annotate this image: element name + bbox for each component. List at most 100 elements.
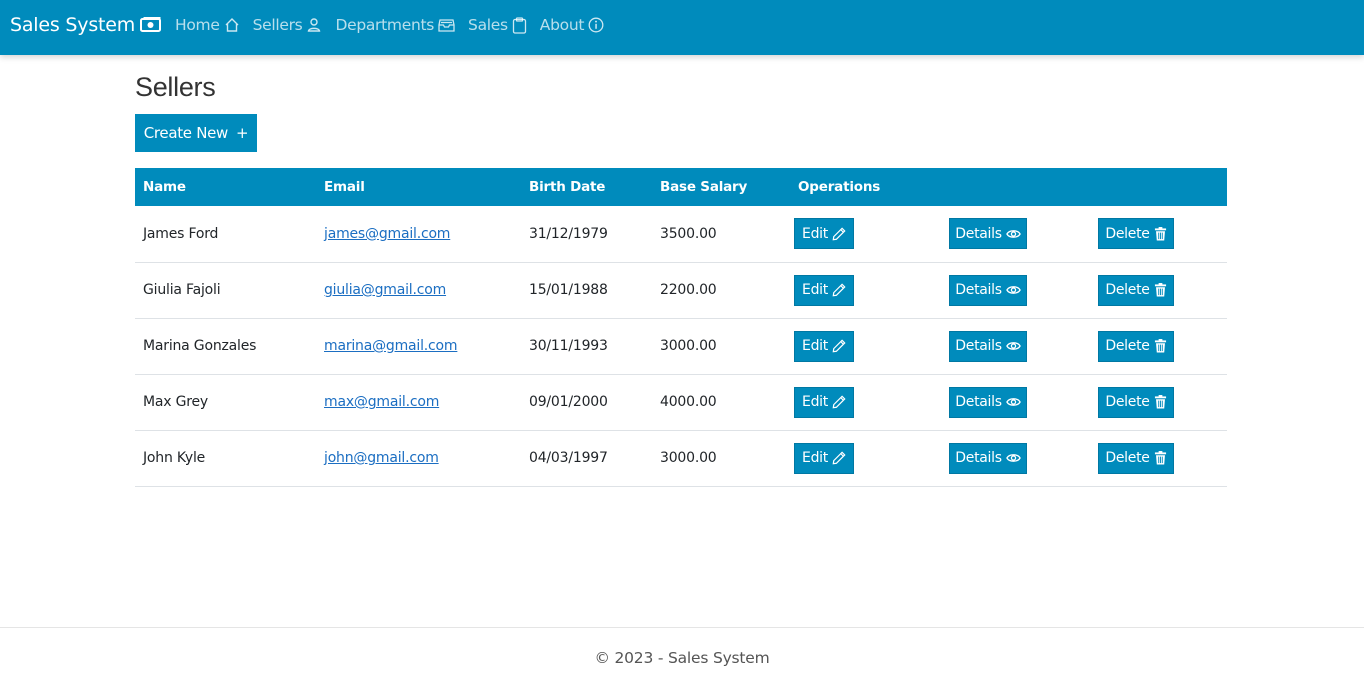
cell-birth-date: 31/12/1979: [529, 225, 608, 242]
edit-label: Edit: [802, 394, 828, 410]
nav-departments[interactable]: Departments: [335, 16, 455, 34]
table-row: John Kyle john@gmail.com 04/03/1997 3000.00…: [135, 430, 1227, 486]
cell-email: james@gmail.com: [316, 206, 521, 262]
cell-base-salary: 4000.00: [660, 394, 717, 410]
email-link[interactable]: max@gmail.com: [324, 394, 439, 410]
main-content: Sellers Create New + Name Email Birth Da…: [135, 72, 1227, 486]
cell-email: giulia@gmail.com: [316, 262, 521, 318]
cell-base-salary: 2200.00: [660, 282, 717, 298]
edit-button[interactable]: Edit: [794, 274, 854, 306]
eye-icon: [1005, 229, 1021, 238]
edit-button[interactable]: Edit: [794, 386, 854, 418]
eye-icon: [1005, 454, 1021, 462]
pencil-icon: [832, 339, 846, 353]
nav-home[interactable]: Home: [175, 16, 240, 34]
sellers-table: Name Email Birth Date Base Salary Operat…: [135, 168, 1227, 487]
delete-button[interactable]: Delete: [1098, 218, 1174, 250]
nav-about-label: About: [539, 16, 585, 34]
delete-button[interactable]: Delete: [1098, 442, 1174, 474]
brand-label: Sales System: [10, 14, 136, 36]
edit-label: Edit: [802, 225, 828, 242]
details-label: Details: [955, 225, 1002, 242]
create-new-button[interactable]: Create New +: [135, 114, 257, 152]
cell-birth-date: 04/03/1997: [529, 450, 608, 466]
cell-base-salary: 3000.00: [660, 338, 717, 354]
nav-sellers[interactable]: Sellers: [253, 16, 323, 34]
table-row: Giulia Fajoli giulia@gmail.com 15/01/1988 2…: [135, 262, 1227, 318]
eye-icon: [1005, 398, 1021, 406]
cell-delete: Delete: [1088, 374, 1227, 430]
edit-button[interactable]: Edit: [794, 218, 854, 250]
email-link[interactable]: john@gmail.com: [324, 450, 439, 466]
details-button[interactable]: Details: [949, 274, 1027, 306]
header-birth-date: Birth Date: [529, 179, 606, 195]
nav-departments-label: Departments: [335, 16, 435, 34]
cell-delete: Delete: [1088, 206, 1227, 262]
trash-icon: [1154, 395, 1166, 409]
cell-delete: Delete: [1088, 318, 1227, 374]
header-name: Name: [143, 179, 186, 195]
cell-details: Details: [939, 374, 1088, 430]
cell-base-salary: 3500.00: [660, 225, 717, 242]
edit-button[interactable]: Edit: [794, 330, 854, 362]
header-operations: Operations: [798, 179, 881, 195]
cell-email: marina@gmail.com: [316, 318, 521, 374]
cell-details: Details: [939, 430, 1088, 486]
page-title: Sellers: [135, 72, 216, 102]
email-link[interactable]: giulia@gmail.com: [324, 282, 446, 298]
details-button[interactable]: Details: [949, 386, 1027, 418]
nav-sales[interactable]: Sales: [468, 16, 527, 34]
delete-label: Delete: [1105, 225, 1150, 242]
delete-button[interactable]: Delete: [1098, 274, 1174, 306]
cell-birth-date: 09/01/2000: [529, 394, 608, 410]
eye-icon: [1005, 342, 1021, 350]
details-label: Details: [955, 394, 1002, 410]
cell-email: john@gmail.com: [316, 430, 521, 486]
nav-about[interactable]: About: [540, 16, 604, 34]
trash-icon: [1154, 226, 1166, 241]
pencil-icon: [832, 227, 846, 241]
details-label: Details: [955, 338, 1002, 354]
edit-button[interactable]: Edit: [794, 442, 854, 474]
email-link[interactable]: marina@gmail.com: [324, 338, 458, 354]
cell-delete: Delete: [1088, 430, 1227, 486]
person-icon: [308, 18, 321, 32]
plus-icon: +: [236, 124, 249, 142]
cell-name: Max Grey: [143, 394, 208, 410]
delete-label: Delete: [1105, 338, 1150, 354]
details-label: Details: [955, 282, 1002, 298]
details-button[interactable]: Details: [949, 218, 1027, 250]
email-link[interactable]: james@gmail.com: [324, 226, 450, 242]
delete-button[interactable]: Delete: [1098, 386, 1174, 418]
edit-label: Edit: [802, 282, 828, 298]
cell-delete: Delete: [1088, 262, 1227, 318]
house-icon: [225, 18, 239, 32]
details-button[interactable]: Details: [949, 330, 1027, 362]
nav-sales-label: Sales: [468, 16, 508, 34]
brand-link[interactable]: Sales System: [10, 14, 162, 36]
top-navbar: Sales System Home Sellers Departments Sa…: [0, 0, 1364, 55]
delete-label: Delete: [1105, 282, 1150, 298]
pencil-icon: [832, 395, 846, 409]
cell-birth-date: 15/01/1988: [529, 282, 608, 298]
header-email: Email: [324, 179, 365, 195]
inbox-stack-icon: [438, 19, 455, 32]
edit-label: Edit: [802, 450, 828, 466]
cell-base-salary: 3000.00: [660, 450, 717, 466]
table-header-row: Name Email Birth Date Base Salary Operat…: [135, 168, 1227, 206]
trash-icon: [1154, 339, 1166, 353]
delete-button[interactable]: Delete: [1098, 330, 1174, 362]
details-button[interactable]: Details: [949, 442, 1027, 474]
trash-icon: [1154, 451, 1166, 465]
cell-name: Giulia Fajoli: [143, 282, 221, 298]
cell-name: James Ford: [143, 225, 219, 242]
eye-icon: [1005, 286, 1021, 294]
cell-details: Details: [939, 262, 1088, 318]
main-nav: Home Sellers Departments Sales About: [175, 16, 617, 34]
info-circle-icon: [588, 17, 604, 33]
cell-name: Marina Gonzales: [143, 338, 257, 354]
edit-label: Edit: [802, 338, 828, 354]
cell-email: max@gmail.com: [316, 374, 521, 430]
cell-edit: Edit: [790, 262, 939, 318]
cell-birth-date: 30/11/1993: [529, 338, 608, 354]
